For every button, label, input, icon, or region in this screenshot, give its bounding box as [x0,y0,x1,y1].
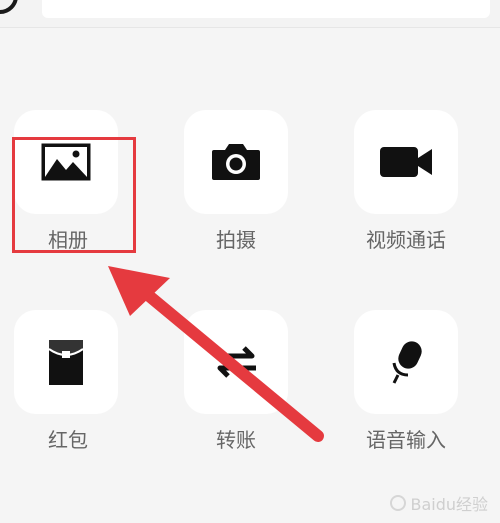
red-packet-icon [48,340,84,385]
paw-icon [390,495,407,511]
camera-label: 拍摄 [216,228,256,252]
transfer-label: 转账 [216,428,256,452]
microphone-icon [392,341,422,384]
camera-icon [212,144,260,180]
red-packet-button[interactable] [14,310,118,414]
red-packet-label: 红包 [48,428,88,452]
watermark: Baidu经验 [390,491,488,515]
video-call-button[interactable] [354,110,458,214]
voice-toggle-icon[interactable] [0,0,18,14]
video-call-label: 视频通话 [366,228,446,252]
transfer-icon [216,346,256,378]
video-call-icon [380,147,432,177]
message-input[interactable] [42,0,490,18]
voice-input-button[interactable] [354,310,458,414]
camera-button[interactable] [184,110,288,214]
chat-input-bar [0,0,500,28]
voice-input-label: 语音输入 [366,428,446,452]
album-highlight-box [12,137,136,253]
transfer-button[interactable] [184,310,288,414]
watermark-text: Baidu经验 [410,495,488,514]
